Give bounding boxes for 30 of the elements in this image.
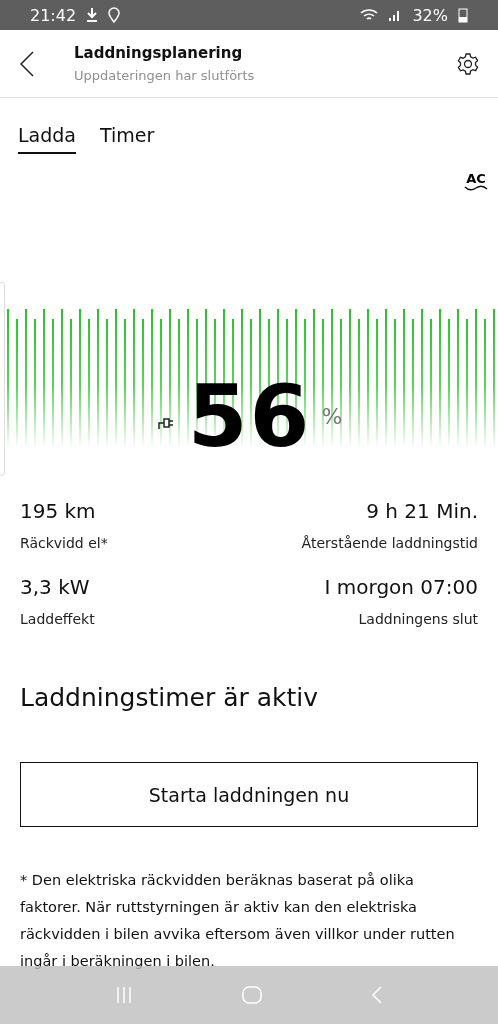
start-charging-button[interactable]: Starta laddningen nu — [20, 762, 478, 827]
location-icon — [108, 7, 121, 23]
settings-button[interactable] — [456, 51, 480, 76]
home-icon[interactable] — [242, 986, 262, 1004]
percent-unit: % — [321, 403, 343, 429]
stat-label: Laddeffekt — [20, 611, 95, 627]
battery-percent: 32% — [412, 5, 448, 25]
wifi-icon — [360, 8, 379, 22]
update-status: Uppdateringen har slutförts — [74, 68, 256, 83]
stat-value: 9 h 21 Min. — [366, 499, 478, 523]
stat-value: 195 km — [20, 499, 96, 523]
download-icon — [86, 7, 99, 23]
back-nav-icon[interactable] — [371, 986, 384, 1004]
stat-label: Laddningens slut — [358, 611, 478, 627]
charge-percent: 56 — [187, 373, 312, 459]
stat-label: Räckvidd el* — [20, 535, 108, 551]
drawer-handle[interactable] — [0, 282, 5, 476]
battery-icon — [458, 7, 468, 23]
ac-mode-indicator: AC — [464, 172, 488, 191]
timer-status: Laddningstimer är aktiv — [19, 682, 320, 712]
tab[interactable]: Timer — [100, 120, 155, 154]
stat-label: Återstående laddningstid — [301, 535, 478, 551]
status-time: 21:42 — [30, 5, 77, 25]
stat-value: 3,3 kW — [20, 575, 90, 599]
page-title: Laddningsplanering — [74, 44, 244, 62]
footnote: * Den elektriska räckvidden beräknas baserat på olika faktorer. När ruttstyrningen är aktiv kan den elektriska räckvidden i bilen avvika eftersom även villkor under rutten ingår i beräkningen i bilen. — [20, 871, 456, 971]
stat-value: I morgon 07:00 — [324, 575, 478, 599]
recent-apps-icon[interactable] — [114, 986, 133, 1004]
tab[interactable]: Ladda — [18, 120, 76, 154]
back-button[interactable] — [20, 50, 34, 77]
